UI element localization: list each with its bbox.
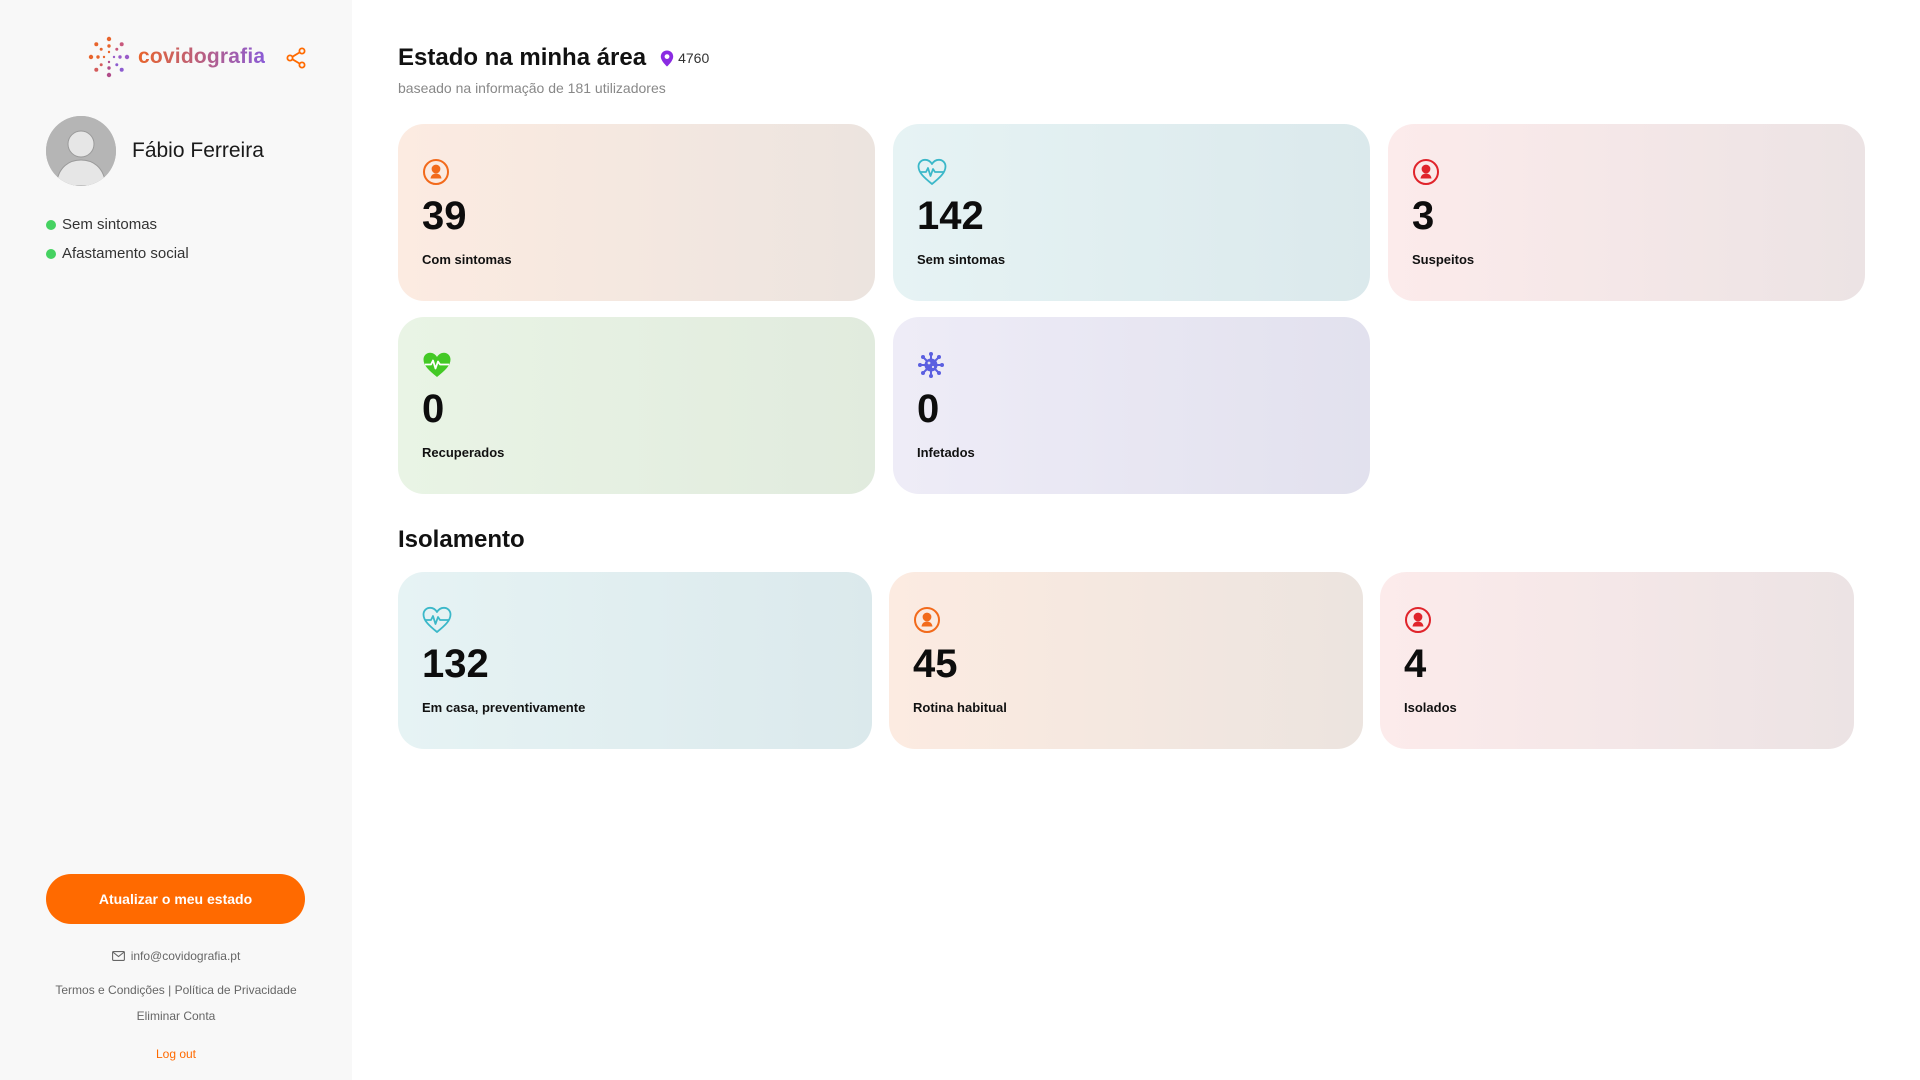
card-value: 4	[1404, 642, 1427, 686]
person-circle-icon	[1412, 158, 1440, 186]
main-content: Estado na minha área 4760 baseado na inf…	[398, 0, 1878, 1080]
legal-separator: |	[168, 983, 172, 997]
card-label: Infetados	[917, 445, 975, 460]
card-with-symptoms[interactable]: 39 Com sintomas	[398, 124, 875, 301]
status-dot-icon	[46, 219, 56, 230]
postal-code-text: 4760	[678, 50, 710, 66]
card-usual-routine[interactable]: 45 Rotina habitual	[889, 572, 1363, 749]
heart-pulse-outline-icon	[422, 606, 452, 634]
card-label: Recuperados	[422, 445, 505, 460]
page-title: Estado na minha área	[398, 44, 647, 71]
person-circle-icon	[913, 606, 941, 634]
card-label: Suspeitos	[1412, 252, 1475, 267]
privacy-link[interactable]: Política de Privacidade	[175, 983, 297, 997]
location-pin-icon	[660, 50, 674, 66]
profile[interactable]: Fábio Ferreira	[46, 116, 264, 186]
card-label: Sem sintomas	[917, 252, 1006, 267]
card-label: Com sintomas	[422, 252, 512, 267]
virus-icon	[917, 351, 945, 379]
status-dot-icon	[46, 248, 56, 259]
terms-link[interactable]: Termos e Condições	[55, 983, 164, 997]
brand[interactable]: covidografia	[88, 36, 265, 78]
card-infected[interactable]: 0 Infetados	[893, 317, 1370, 494]
card-label: Em casa, preventivamente	[422, 700, 586, 715]
status-item-social-distancing: Afastamento social	[46, 239, 189, 268]
logout-link[interactable]: Log out	[0, 1047, 352, 1061]
profile-name: Fábio Ferreira	[132, 139, 264, 162]
mail-icon	[111, 951, 125, 961]
card-suspects[interactable]: 3 Suspeitos	[1388, 124, 1865, 301]
card-value: 0	[422, 387, 445, 431]
status-list: Sem sintomas Afastamento social	[46, 210, 189, 268]
card-value: 132	[422, 642, 489, 686]
card-value: 39	[422, 194, 467, 238]
area-subtitle: baseado na informação de 181 utilizadore…	[398, 80, 666, 96]
area-header: Estado na minha área 4760	[398, 44, 709, 72]
postal-code: 4760	[660, 50, 709, 67]
status-label: Afastamento social	[62, 245, 189, 262]
share-icon	[286, 47, 306, 69]
card-value: 3	[1412, 194, 1435, 238]
person-circle-icon	[422, 158, 450, 186]
card-isolated[interactable]: 4 Isolados	[1380, 572, 1854, 749]
sidebar: covidografia Fábio Ferreira Sem sintomas…	[0, 0, 352, 1080]
share-button[interactable]	[284, 46, 310, 72]
status-label: Sem sintomas	[62, 216, 158, 233]
update-status-button[interactable]: Atualizar o meu estado	[46, 874, 305, 924]
brand-name: covidografia	[138, 45, 266, 68]
heart-pulse-filled-icon	[422, 351, 451, 379]
card-recovered[interactable]: 0 Recuperados	[398, 317, 875, 494]
card-label: Rotina habitual	[913, 700, 1007, 715]
card-without-symptoms[interactable]: 142 Sem sintomas	[893, 124, 1370, 301]
heart-pulse-outline-icon	[917, 158, 947, 186]
legal-links: Termos e Condições | Política de Privaci…	[0, 983, 352, 997]
user-avatar-icon	[46, 116, 116, 186]
status-item-symptoms: Sem sintomas	[46, 210, 189, 239]
card-value: 0	[917, 387, 940, 431]
card-value: 45	[913, 642, 958, 686]
contact-email[interactable]: info@covidografia.pt	[0, 949, 352, 963]
card-value: 142	[917, 194, 984, 238]
person-circle-icon	[1404, 606, 1432, 634]
card-home-preventively[interactable]: 132 Em casa, preventivamente	[398, 572, 872, 749]
contact-email-text: info@covidografia.pt	[130, 949, 241, 963]
card-label: Isolados	[1404, 700, 1457, 715]
virus-dots-logo-icon	[88, 36, 130, 78]
isolation-title: Isolamento	[398, 526, 525, 553]
delete-account-link[interactable]: Eliminar Conta	[0, 1009, 352, 1023]
avatar[interactable]	[46, 116, 116, 186]
